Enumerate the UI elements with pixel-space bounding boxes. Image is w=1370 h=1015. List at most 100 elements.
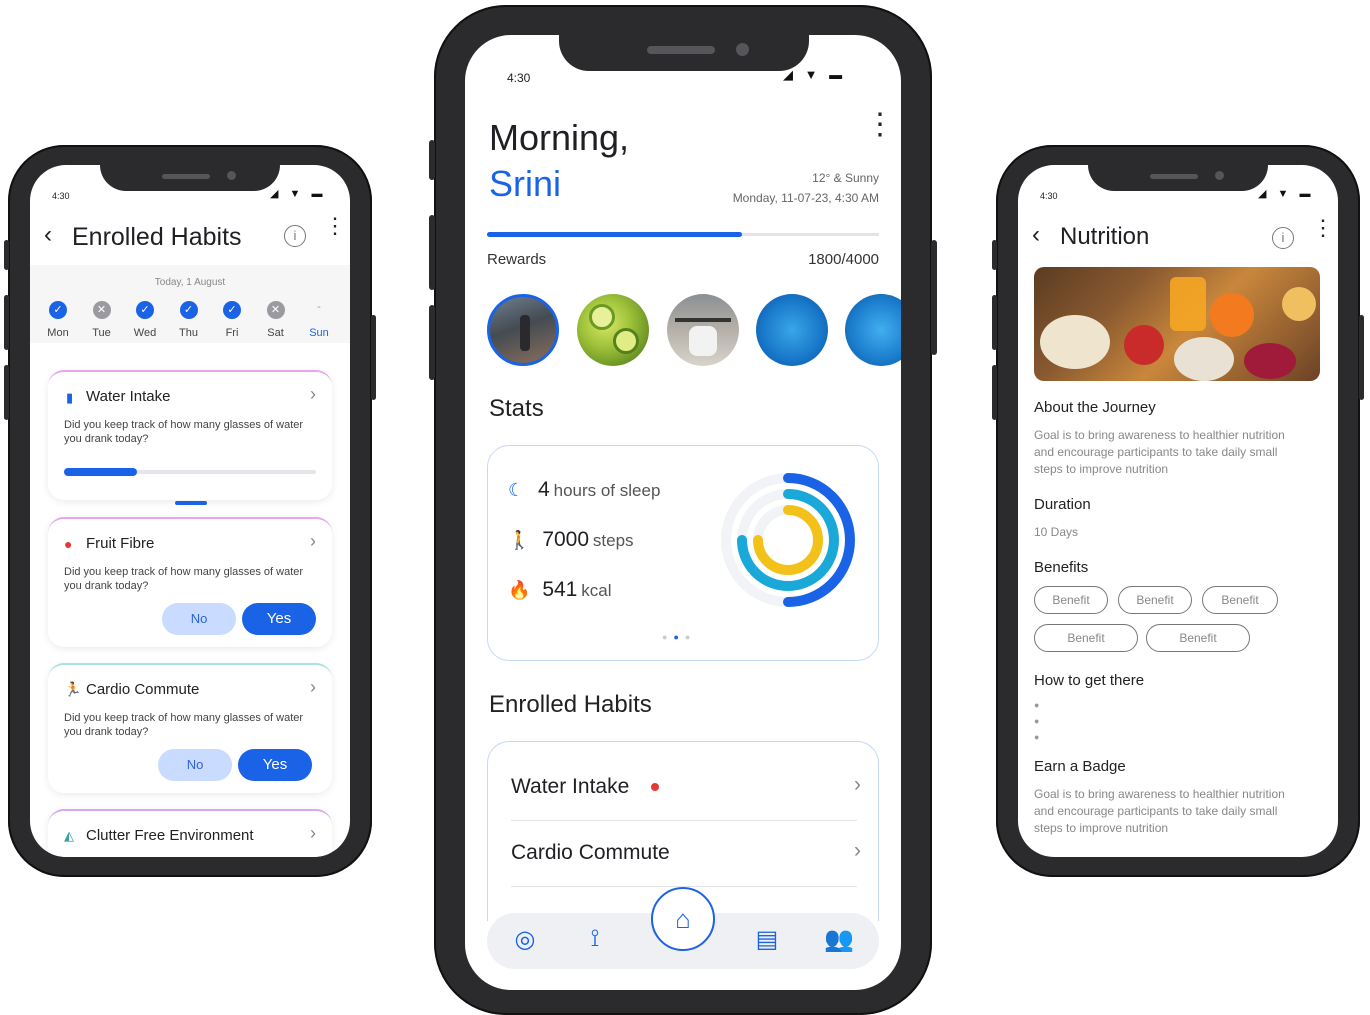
benefit-chip[interactable]: Benefit xyxy=(1118,586,1192,614)
check-icon: ✓ xyxy=(179,301,198,319)
habit-card-clutter[interactable]: ◭ Clutter Free Environment › xyxy=(48,809,332,857)
yes-button[interactable]: Yes xyxy=(242,603,316,635)
stat-kcal: 🔥 541 kcal xyxy=(508,578,611,602)
right-phone: 4:30 ◢ ▼ ▬ ‹ Nutrition i ⋮ About the Jou… xyxy=(992,145,1364,877)
habit-card-water[interactable]: ▮ Water Intake › Did you keep track of h… xyxy=(48,370,332,500)
check-icon: ✓ xyxy=(49,301,67,319)
habit-title: Cardio Commute xyxy=(86,681,200,698)
back-icon[interactable]: ‹ xyxy=(44,221,52,249)
cup-icon: ▮ xyxy=(66,390,74,405)
day-label[interactable]: Sun xyxy=(299,327,339,339)
page-title: Nutrition xyxy=(1060,223,1150,250)
day-label[interactable]: Sat xyxy=(256,327,296,339)
x-icon: ✕ xyxy=(266,301,285,319)
more-icon[interactable]: ⋮ xyxy=(865,110,895,140)
home-icon: ⌂ xyxy=(675,904,691,934)
more-icon[interactable]: ⋮ xyxy=(324,215,346,237)
day-label[interactable]: Tue xyxy=(82,327,122,339)
people-icon[interactable]: 👥 xyxy=(821,925,857,954)
habit-desc: Did you keep track of how many glasses o… xyxy=(64,566,304,592)
habit-title: Fruit Fibre xyxy=(86,535,155,552)
notch xyxy=(559,35,809,71)
stat-unit: steps xyxy=(592,531,634,550)
photo-swim[interactable] xyxy=(756,294,828,366)
habit-desc: Did you keep track of how many glasses o… xyxy=(64,419,304,445)
right-screen: 4:30 ◢ ▼ ▬ ‹ Nutrition i ⋮ About the Jou… xyxy=(1018,165,1338,857)
runner-icon: 🏃 xyxy=(64,681,82,697)
duration-heading: Duration xyxy=(1034,496,1091,513)
habit-desc: Did you keep track of how many glasses o… xyxy=(64,712,304,738)
benefit-chip[interactable]: Benefit xyxy=(1034,586,1108,614)
back-icon[interactable]: ‹ xyxy=(1032,221,1040,249)
x-icon: ✕ xyxy=(92,301,111,319)
route-icon[interactable]: ⟟ xyxy=(577,925,613,953)
photo-pool[interactable] xyxy=(845,294,901,366)
status-icons: ◢ ▼ ▬ xyxy=(270,188,327,200)
day-label[interactable]: Thu xyxy=(169,327,209,339)
info-icon[interactable]: i xyxy=(1272,227,1294,249)
habit-title: Clutter Free Environment xyxy=(86,827,254,844)
badge-text: Goal is to bring awareness to healthier … xyxy=(1034,787,1285,835)
day-label[interactable]: Fri xyxy=(212,327,252,339)
habit-label: Cardio Commute xyxy=(511,841,670,864)
habit-row-cardio[interactable]: Cardio Commute › xyxy=(511,839,861,865)
stats-card[interactable]: ☾ 4 hours of sleep 🚶 7000 steps 🔥 541 kc… xyxy=(487,445,879,661)
check-icon: ✓ xyxy=(136,301,154,319)
about-heading: About the Journey xyxy=(1034,399,1156,416)
weather: 12° & Sunny xyxy=(812,171,879,185)
date-label: Today, 1 August xyxy=(154,277,226,288)
duration-value: 10 Days xyxy=(1034,525,1079,539)
rewards-label: Rewards xyxy=(487,251,547,268)
chevron-right-icon: › xyxy=(310,823,316,843)
benefit-chip[interactable]: Benefit xyxy=(1146,624,1250,652)
list-icon[interactable]: ▤ xyxy=(749,925,785,954)
target-icon[interactable]: ◎ xyxy=(507,925,543,954)
day-label[interactable]: Mon xyxy=(38,327,78,339)
benefit-chip[interactable]: Benefit xyxy=(1202,586,1278,614)
center-screen: 4:30 ◢ ▼ ▬ Morning, Srini ⋮ 12° & Sunny … xyxy=(465,35,901,990)
no-button[interactable]: No xyxy=(162,603,236,635)
habit-row-water[interactable]: Water Intake › xyxy=(511,773,861,799)
habit-card-cardio[interactable]: 🏃 Cardio Commute › Did you keep track of… xyxy=(48,663,332,793)
left-screen: 4:30 ◢ ▼ ▬ ‹ Enrolled Habits i ⋮ Today, … xyxy=(30,165,350,857)
more-icon[interactable]: ⋮ xyxy=(1312,217,1334,239)
carousel-dots: ●●● xyxy=(662,632,697,642)
alert-dot xyxy=(651,783,660,792)
home-button[interactable]: ⌂ xyxy=(651,887,715,951)
walk-icon: 🚶 xyxy=(508,530,531,550)
stat-unit: kcal xyxy=(581,581,612,600)
habit-label: Water Intake xyxy=(511,775,630,798)
photo-workout[interactable] xyxy=(667,294,739,366)
page-indicator xyxy=(175,501,207,505)
chevron-right-icon: › xyxy=(854,839,861,862)
habit-card-fruit[interactable]: ● Fruit Fibre › Did you keep track of ho… xyxy=(48,517,332,647)
chevron-right-icon: › xyxy=(310,677,316,697)
day-pending: - xyxy=(317,301,321,313)
stat-steps: 🚶 7000 steps xyxy=(508,528,634,552)
chevron-right-icon: › xyxy=(310,384,316,404)
yes-button[interactable]: Yes xyxy=(238,749,312,781)
benefits-heading: Benefits xyxy=(1034,559,1089,576)
apple-icon: ● xyxy=(64,536,73,552)
activity-rings xyxy=(721,473,855,607)
notch xyxy=(100,165,280,191)
benefit-chip[interactable]: Benefit xyxy=(1034,624,1138,652)
rewards-value: 1800/4000 xyxy=(808,251,879,268)
stat-sleep: ☾ 4 hours of sleep xyxy=(508,478,660,502)
center-phone: 4:30 ◢ ▼ ▬ Morning, Srini ⋮ 12° & Sunny … xyxy=(429,5,937,1015)
no-button[interactable]: No xyxy=(158,749,232,781)
photo-runner[interactable] xyxy=(487,294,559,366)
stats-heading: Stats xyxy=(489,395,544,422)
notch xyxy=(1088,165,1268,191)
day-label[interactable]: Wed xyxy=(125,327,165,339)
photo-limes[interactable] xyxy=(577,294,649,366)
enrolled-heading: Enrolled Habits xyxy=(489,691,652,718)
flame-icon: 🔥 xyxy=(508,580,531,600)
status-icons: ◢ ▼ ▬ xyxy=(783,67,847,82)
chevron-right-icon: › xyxy=(854,773,861,796)
page-title: Enrolled Habits xyxy=(72,223,242,251)
datetime: Monday, 11-07-23, 4:30 AM xyxy=(732,191,879,205)
user-name: Srini xyxy=(489,163,562,204)
about-text: Goal is to bring awareness to healthier … xyxy=(1034,428,1285,476)
info-icon[interactable]: i xyxy=(284,225,306,247)
